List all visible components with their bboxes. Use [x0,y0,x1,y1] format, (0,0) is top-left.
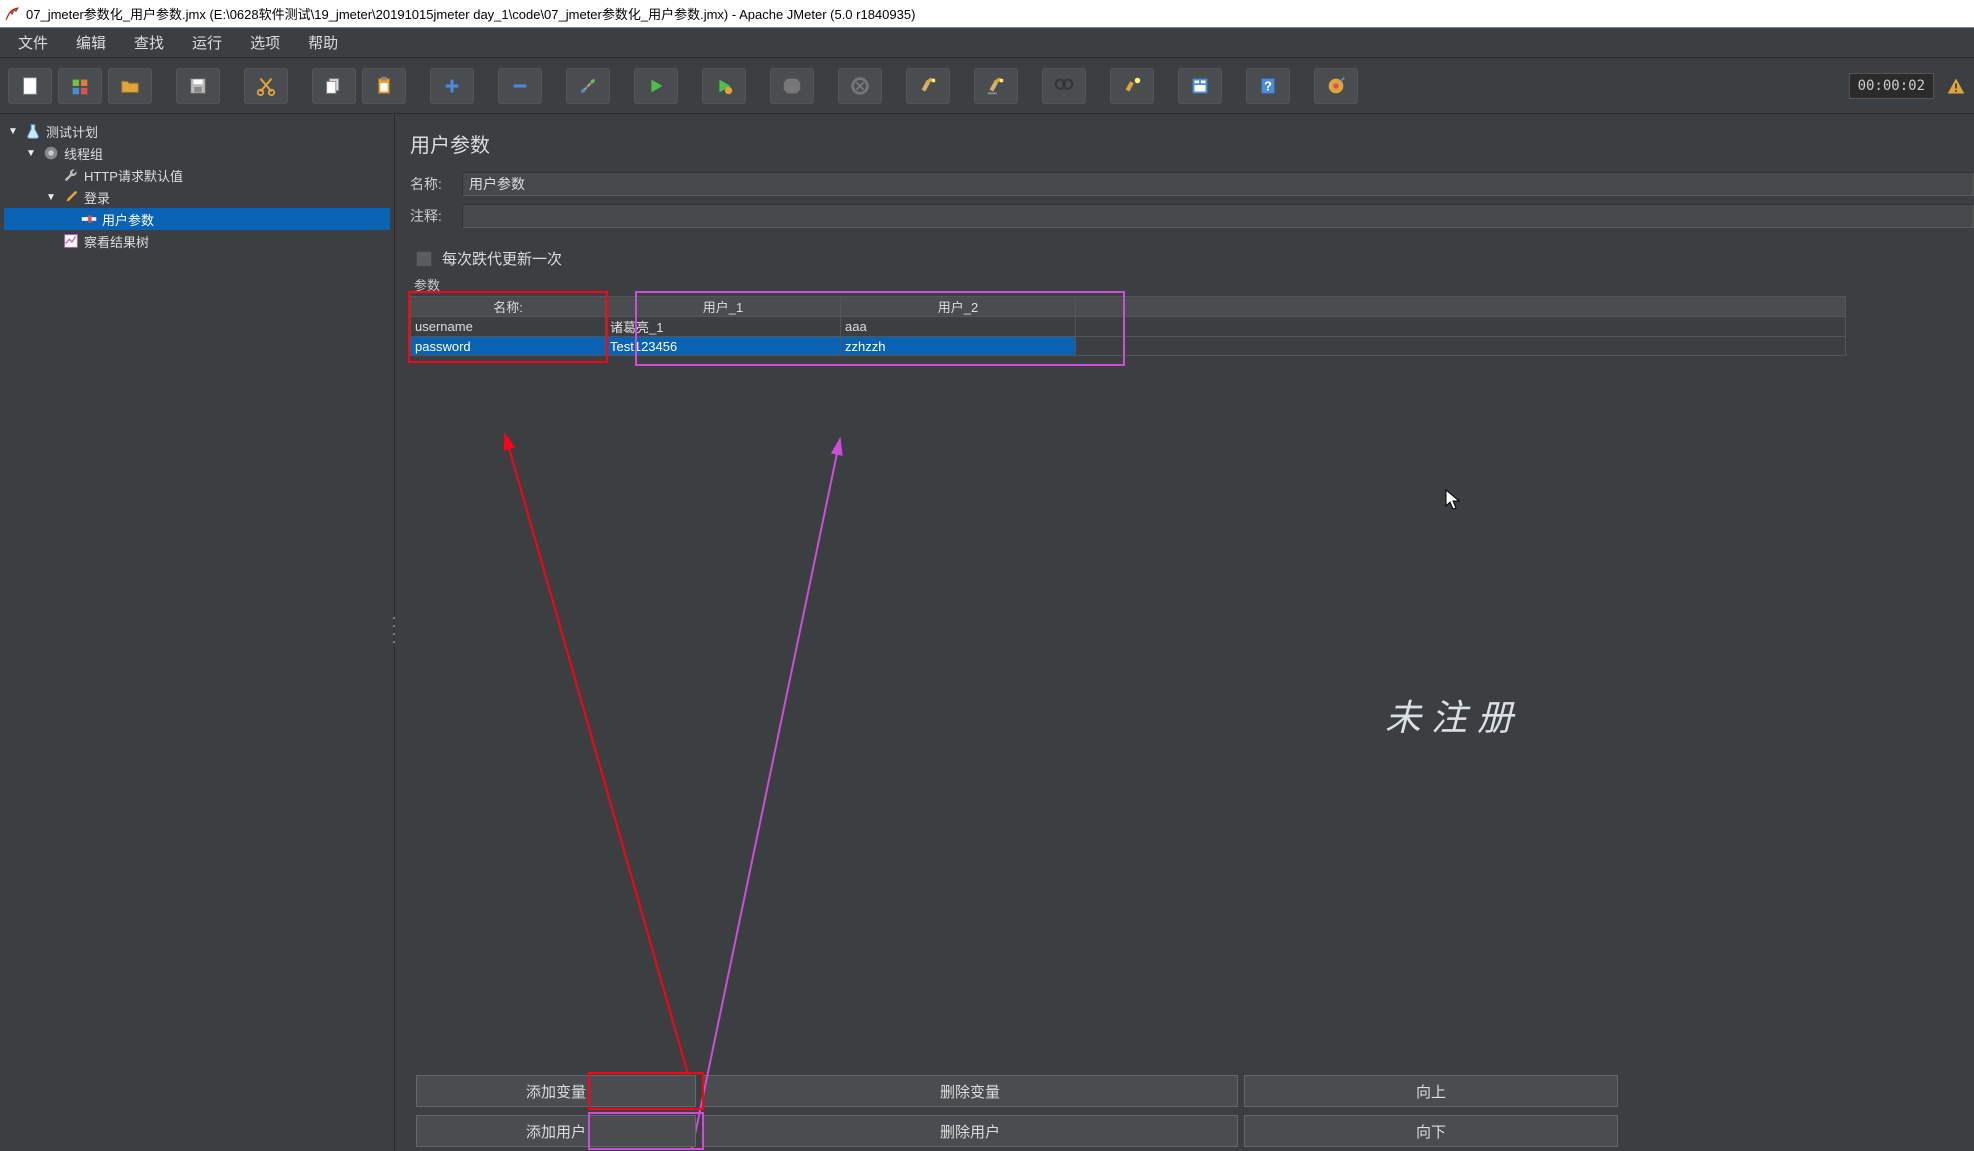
reset-search-button[interactable] [1110,68,1154,104]
elapsed-time-display: 00:00:02 [1849,73,1934,99]
shutdown-button[interactable] [838,68,882,104]
svg-text:?: ? [1264,78,1272,93]
tree-label: 测试计划 [46,122,98,141]
parameters-section-label: 参数 [414,275,1974,294]
add-button[interactable] [430,68,474,104]
menu-run[interactable]: 运行 [180,29,234,56]
help-button[interactable]: ? [1246,68,1290,104]
comment-label: 注释: [410,206,462,226]
clear-button[interactable] [906,68,950,104]
tree-login[interactable]: ▼ 登录 [4,186,390,208]
window-titlebar: 07_jmeter参数化_用户参数.jmx (E:\0628软件测试\19_jm… [0,0,1974,28]
menubar: 文件 编辑 查找 运行 选项 帮助 [0,28,1974,58]
cell-variable-name[interactable]: password [411,337,606,356]
table-header-row: 名称: 用户_1 用户_2 [411,297,1846,317]
comment-input[interactable] [462,204,1974,228]
toggle-button[interactable] [566,68,610,104]
table-row[interactable]: username 诸葛亮_1 aaa [411,317,1846,337]
tree-label: 用户参数 [102,210,154,229]
cell-empty [1076,317,1846,337]
cell-user2-value[interactable]: aaa [841,317,1076,337]
parameters-table-wrap: 名称: 用户_1 用户_2 username 诸葛亮_1 aaa passwor… [410,296,1974,356]
header-user2[interactable]: 用户_2 [841,297,1076,317]
gear-icon [42,144,60,162]
flask-icon [24,122,42,140]
expand-arrow-icon[interactable]: ▼ [44,192,58,203]
tree-test-plan[interactable]: ▼ 测试计划 [4,120,390,142]
button-row-1: 添加变量 删除变量 向上 [410,1071,1974,1111]
update-per-iteration-checkbox[interactable] [416,251,432,267]
header-spacer [1076,297,1846,317]
cell-empty [1076,337,1846,356]
new-button[interactable] [8,68,52,104]
toolbar: ? 00:00:02 [0,58,1974,114]
delete-user-button[interactable]: 删除用户 [702,1115,1238,1147]
name-label: 名称: [410,174,462,194]
menu-options[interactable]: 选项 [238,29,292,56]
tree-user-parameters[interactable]: 用户参数 [4,208,390,230]
tree-label: 登录 [84,188,110,207]
open-button[interactable] [108,68,152,104]
save-button[interactable] [176,68,220,104]
copy-button[interactable] [312,68,356,104]
tree-thread-group[interactable]: ▼ 线程组 [4,142,390,164]
tree-label: 线程组 [64,144,103,163]
menu-edit[interactable]: 编辑 [64,29,118,56]
move-down-button[interactable]: 向下 [1244,1115,1618,1147]
panel-title: 用户参数 [410,129,1974,158]
move-up-button[interactable]: 向上 [1244,1075,1618,1107]
tree-http-defaults[interactable]: HTTP请求默认值 [4,164,390,186]
stop-button[interactable] [770,68,814,104]
pipette-icon [62,188,80,206]
slider-icon [80,210,98,228]
cell-user2-value[interactable]: zzhzzh [841,337,1076,356]
expand-arrow-icon[interactable]: ▼ [6,126,20,137]
jmeter-app-icon [4,6,20,22]
delete-variable-button[interactable]: 删除变量 [702,1075,1238,1107]
tree-label: 察看结果树 [84,232,149,251]
start-no-pause-button[interactable] [702,68,746,104]
clear-all-button[interactable] [974,68,1018,104]
search-tree-button[interactable] [1042,68,1086,104]
tree-label: HTTP请求默认值 [84,166,183,185]
tree-view-results[interactable]: 察看结果树 [4,230,390,252]
header-user1[interactable]: 用户_1 [606,297,841,317]
function-helper-button[interactable] [1178,68,1222,104]
test-plan-tree[interactable]: ▼ 测试计划 ▼ 线程组 HTTP请求默认值 ▼ 登录 [0,114,395,1151]
expand-arrow-icon[interactable]: ▼ [24,148,38,159]
parameters-table[interactable]: 名称: 用户_1 用户_2 username 诸葛亮_1 aaa passwor… [410,296,1846,356]
cut-button[interactable] [244,68,288,104]
cell-variable-name[interactable]: username [411,317,606,337]
menu-help[interactable]: 帮助 [296,29,350,56]
window-title: 07_jmeter参数化_用户参数.jmx (E:\0628软件测试\19_jm… [26,4,915,23]
menu-search[interactable]: 查找 [122,29,176,56]
user-parameters-panel: 用户参数 名称: 注释: 每次跌代更新一次 参数 名称: 用户_1 [395,114,1974,1151]
menu-file[interactable]: 文件 [6,29,60,56]
paste-button[interactable] [362,68,406,104]
wrench-icon [62,166,80,184]
start-button[interactable] [634,68,678,104]
cell-user1-value[interactable]: 诸葛亮_1 [606,317,841,337]
button-row-2: 添加用户 删除用户 向下 [410,1111,1974,1151]
name-input[interactable] [462,172,1974,196]
sampler-button[interactable] [1314,68,1358,104]
update-per-iteration-label: 每次跌代更新一次 [442,248,562,269]
add-user-button[interactable]: 添加用户 [416,1115,696,1147]
remove-button[interactable] [498,68,542,104]
header-name[interactable]: 名称: [411,297,606,317]
chart-icon [62,232,80,250]
add-variable-button[interactable]: 添加变量 [416,1075,696,1107]
templates-button[interactable] [58,68,102,104]
table-row[interactable]: password Test123456 zzhzzh [411,337,1846,356]
cell-user1-value[interactable]: Test123456 [606,337,841,356]
warning-icon [1946,76,1966,96]
